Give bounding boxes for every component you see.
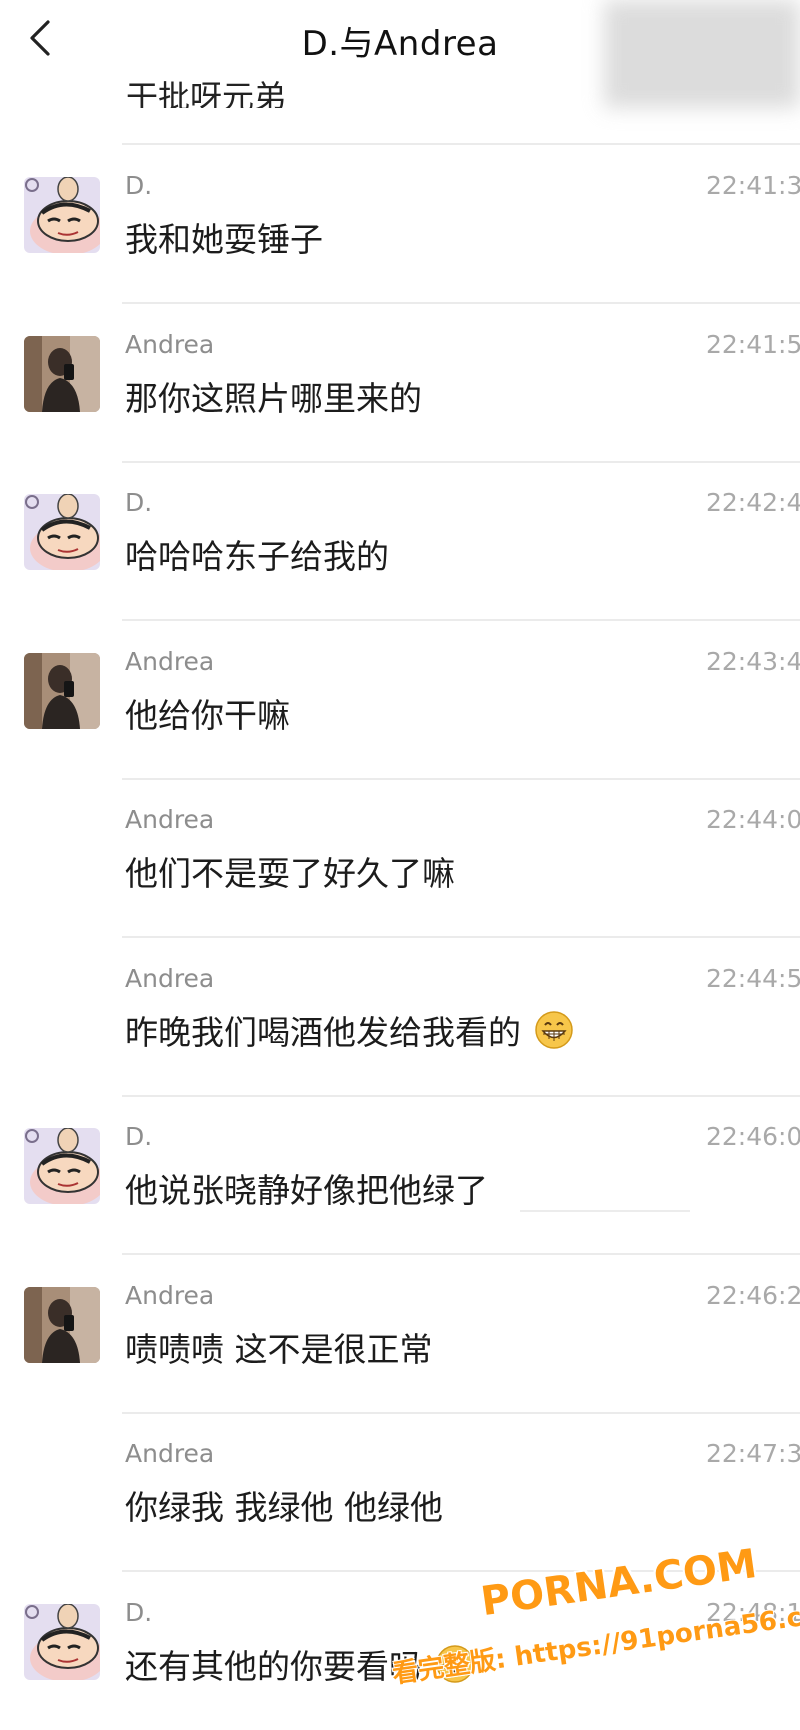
message-row[interactable]: Andrea 22:41:54 那你这照片哪里来的	[0, 304, 800, 463]
avatar[interactable]	[24, 494, 100, 570]
message-text-line: 我和她耍锤子	[125, 213, 323, 261]
message-text: 那你这照片哪里来的	[125, 378, 422, 418]
avatar[interactable]	[24, 1128, 100, 1204]
photo-avatar-icon	[24, 1286, 100, 1363]
avatar[interactable]	[24, 1286, 100, 1363]
message-row[interactable]: Andrea 22:46:28 啧啧啧 这不是很正常	[0, 1255, 800, 1414]
message-text: 哈哈哈东子给我的	[125, 537, 389, 576]
message-time: 22:44:07	[706, 805, 800, 834]
message-text: 他说张晓静好像把他绿了	[125, 1171, 488, 1210]
message-row[interactable]: Andrea 22:44:07 他们不是耍了好久了嘛	[0, 779, 800, 938]
sender-name: D.	[125, 1122, 153, 1151]
message-time: 22:44:59	[706, 963, 800, 993]
message-row[interactable]: D. 22:48:11 还有其他的你要看吗	[0, 1572, 800, 1730]
message-text: 你绿我 我绿他 他绿他	[125, 1488, 443, 1527]
grinning-face-emoji-icon	[534, 1010, 573, 1049]
message-row[interactable]: Andrea 22:43:41 他给你干嘛	[0, 621, 800, 780]
message-time: 22:43:41	[706, 646, 800, 676]
message-text-line: 你绿我 我绿他 他绿他	[125, 1481, 443, 1529]
message-text-line: 哈哈哈东子给我的	[125, 530, 389, 578]
divider	[520, 1210, 690, 1212]
message-time: 22:42:48	[706, 488, 800, 517]
avatar[interactable]	[24, 652, 100, 729]
message-row[interactable]: D. 22:42:48 哈哈哈东子给我的	[0, 462, 800, 621]
photo-avatar-icon	[24, 335, 100, 412]
message-text: 他们不是耍了好久了嘛	[125, 854, 455, 893]
avatar[interactable]	[24, 1603, 100, 1680]
message-text-line: 啧啧啧 这不是很正常	[125, 1323, 433, 1371]
message-text-line: 还有其他的你要看吗	[125, 1640, 475, 1688]
cartoon-avatar-icon	[24, 1603, 100, 1680]
message-text-line: 那你这照片哪里来的	[125, 372, 422, 420]
message-text: 我和她耍锤子	[125, 220, 323, 259]
sender-name: D.	[125, 171, 153, 200]
message-time: 22:41:33	[706, 171, 800, 200]
sender-name: Andrea	[125, 646, 215, 676]
sender-name: Andrea	[125, 963, 215, 993]
grinning-face-emoji-icon	[435, 1644, 474, 1683]
message-text: 啧啧啧 这不是很正常	[125, 1329, 433, 1369]
redacted-area	[604, 0, 800, 108]
message-time: 22:46:28	[706, 1280, 800, 1310]
cartoon-avatar-icon	[24, 177, 100, 253]
sender-name: Andrea	[125, 1280, 215, 1310]
sender-name: D.	[125, 1597, 153, 1627]
message-time: 22:47:31	[706, 1439, 800, 1468]
message-text: 还有其他的你要看吗	[125, 1646, 422, 1686]
avatar[interactable]	[24, 177, 100, 253]
message-text: 他给你干嘛	[125, 695, 290, 735]
cartoon-avatar-icon	[24, 494, 100, 570]
sender-name: Andrea	[125, 1439, 215, 1468]
message-row[interactable]: Andrea 22:44:59 昨晚我们喝酒他发给我看的	[0, 938, 800, 1097]
message-time: 22:46:02	[706, 1122, 800, 1151]
photo-avatar-icon	[24, 652, 100, 729]
message-text: 昨晚我们喝酒他发给我看的	[125, 1012, 521, 1052]
cartoon-avatar-icon	[24, 1128, 100, 1204]
sender-name: Andrea	[125, 805, 215, 834]
message-text-line: 他给你干嘛	[125, 689, 290, 737]
message-text-line: 他们不是耍了好久了嘛	[125, 847, 455, 895]
message-row[interactable]: D. 22:46:02 他说张晓静好像把他绿了	[0, 1096, 800, 1255]
sender-name: Andrea	[125, 329, 215, 359]
message-row[interactable]: D. 22:41:33 我和她耍锤子	[0, 145, 800, 304]
message-text-line: 他说张晓静好像把他绿了	[125, 1164, 488, 1212]
avatar[interactable]	[24, 335, 100, 412]
message-time: 22:48:11	[706, 1597, 800, 1627]
sender-name: D.	[125, 488, 153, 517]
message-text-line: 昨晚我们喝酒他发给我看的	[125, 1006, 574, 1054]
message-row[interactable]: Andrea 22:47:31 你绿我 我绿他 他绿他	[0, 1413, 800, 1572]
message-time: 22:41:54	[706, 329, 800, 359]
